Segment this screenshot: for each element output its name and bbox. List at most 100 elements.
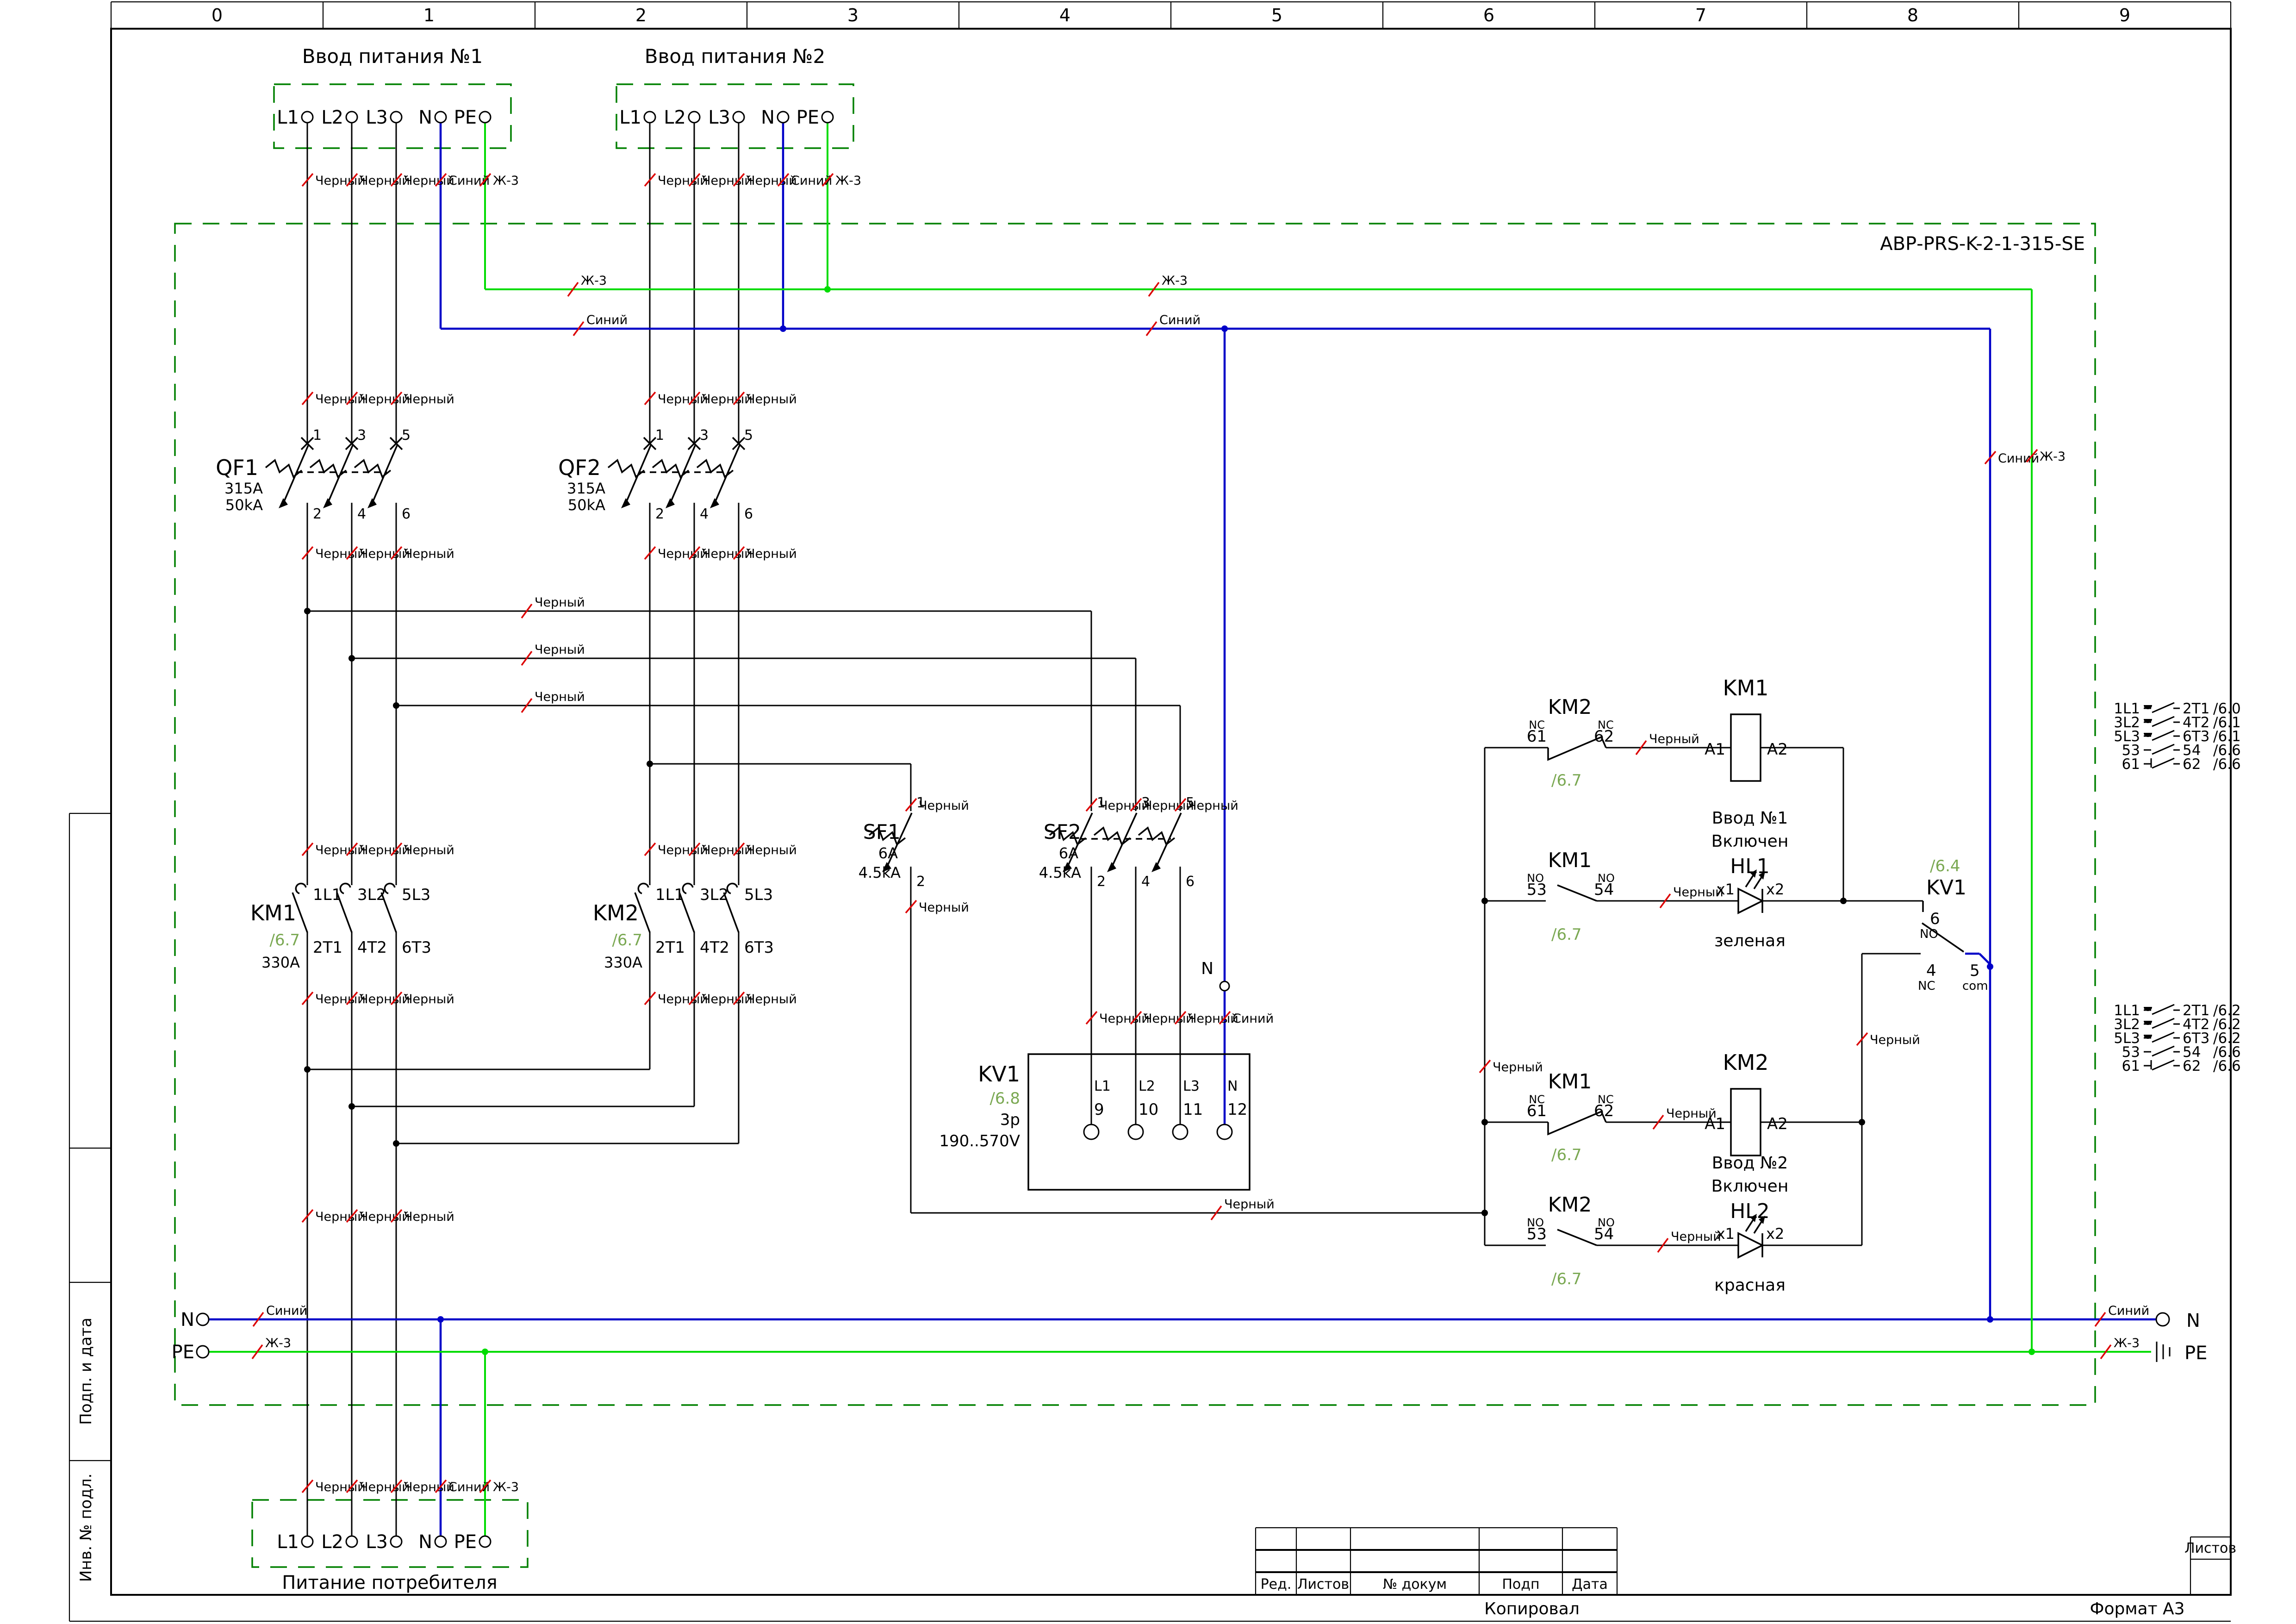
sheets-box-label: Листов xyxy=(2184,1540,2236,1556)
wire-color-text: Черный xyxy=(658,843,708,857)
ruler-number: 7 xyxy=(1695,5,1706,25)
wire-color-label: Черный xyxy=(522,595,585,618)
rung2-contact-name: KM1 xyxy=(1548,1070,1592,1093)
terminal-label: L1 xyxy=(619,107,641,128)
lamp2-contact-name: KM2 xyxy=(1548,1193,1592,1217)
kv-contact-ref: /6.4 xyxy=(1930,857,1960,875)
km1-main-labels: KM1 /6.7 330A xyxy=(250,900,300,971)
lamp1-x2: x2 xyxy=(1766,881,1784,898)
kv1-terminal-number: 12 xyxy=(1227,1100,1247,1119)
ruler-number: 0 xyxy=(212,5,223,25)
km1-no-contact xyxy=(1557,885,1597,901)
kv1-terminal-number: 9 xyxy=(1094,1100,1104,1119)
lamp1-cap1: Ввод №1 xyxy=(1712,809,1788,828)
wire-color-text: Черный xyxy=(360,843,410,857)
terminal-label: PE xyxy=(796,107,819,128)
crossref-row: 6162/6.6 xyxy=(2122,756,2241,773)
wire-color-label: Синий xyxy=(573,313,628,336)
margin-label-podp: Подп. и дата xyxy=(77,1318,95,1425)
net-terminals: N PE N PE xyxy=(172,1309,2208,1364)
wire-color-label: Черный xyxy=(1480,1060,1543,1074)
kv1-relay: KV1 /6.8 3p 190..570V N L19L210L311N12 xyxy=(939,959,1250,1190)
wire-color-text: Ж-3 xyxy=(835,174,861,188)
crossref-left: 61 xyxy=(2122,1058,2140,1074)
ruler-number: 3 xyxy=(847,5,859,25)
wire-color-text: Черный xyxy=(315,843,366,857)
wire-color-text: Черный xyxy=(1224,1197,1275,1212)
wire-color-text: Черный xyxy=(1870,1033,1920,1047)
wire-color-text: Черный xyxy=(1099,799,1150,813)
input1-title: Ввод питания №1 xyxy=(302,45,483,68)
format-label: Формат А3 xyxy=(2090,1599,2184,1618)
pole-terminal-number: 6T3 xyxy=(402,938,431,957)
rung2-t1: 61 xyxy=(1527,1102,1547,1120)
sf2-rating: 6A xyxy=(1059,844,1078,862)
terminal-label: L2 xyxy=(321,1531,343,1553)
wire-color-text: Черный xyxy=(315,1480,366,1494)
margin-label-inv: Инв. № подл. xyxy=(77,1474,95,1582)
wire-color-text: Черный xyxy=(747,992,797,1006)
kv1-n-tap-label: N xyxy=(1201,959,1213,978)
pole-terminal-number: 1 xyxy=(313,427,322,443)
titleblock-col-red: Ред. xyxy=(1261,1576,1292,1593)
wire-color-text: Черный xyxy=(1144,1012,1194,1026)
kv1-poles: 3p xyxy=(1000,1111,1020,1129)
pole-terminal-number: 3 xyxy=(357,427,366,443)
terminal-label: PE xyxy=(454,1531,477,1553)
wire-color-text: Черный xyxy=(1099,1012,1150,1026)
pole-linkages xyxy=(296,472,1171,839)
terminal-label: N xyxy=(418,107,432,128)
sf1-rating: 6A xyxy=(878,844,898,862)
terminal-label: L2 xyxy=(664,107,686,128)
pole-terminal-number: 5L3 xyxy=(744,886,773,904)
wire-color-text: Черный xyxy=(404,992,454,1006)
qf1-icu: 50kA xyxy=(225,496,263,514)
crossref-left: 61 xyxy=(2122,756,2140,773)
kv1-name: KV1 xyxy=(978,1062,1020,1087)
qf2-labels: QF2 315A 50kA xyxy=(558,455,605,514)
wire-color-text: Черный xyxy=(919,900,969,915)
schematic-sheet: 0123456789 Подп. и дата Инв. № подл. Ред… xyxy=(0,0,2296,1624)
wire-color-text: Черный xyxy=(658,547,708,561)
wire-color-text: Синий xyxy=(2108,1304,2149,1318)
lamp2-cap1: Ввод №2 xyxy=(1712,1154,1788,1173)
km1-name: KM1 xyxy=(250,900,296,925)
km2-ref: /6.7 xyxy=(612,931,642,949)
left-margin: Подп. и дата Инв. № подл. xyxy=(69,813,111,1621)
wire-color-text: Черный xyxy=(919,799,969,813)
terminal-label: L1 xyxy=(277,1531,299,1553)
wire-color-text: Черный xyxy=(315,1210,366,1224)
titleblock-col-listov: Листов xyxy=(1297,1576,1349,1593)
wire-color-label: Синий xyxy=(2095,1304,2149,1326)
qf2-icu: 50kA xyxy=(568,496,605,514)
wire-color-text: Черный xyxy=(360,1480,410,1494)
kv-no-label: NO xyxy=(1920,927,1938,941)
wire-color-text: Ж-3 xyxy=(493,1480,519,1494)
wire-color-text: Синий xyxy=(1232,1012,1274,1026)
pole-terminal-number: 1 xyxy=(655,427,664,443)
wire-color-text: Черный xyxy=(1188,1012,1238,1026)
pe-right-label: PE xyxy=(2184,1343,2207,1364)
wire-color-text: Черный xyxy=(658,392,708,406)
qf1-rating: 315A xyxy=(224,480,263,497)
control-symbols xyxy=(1548,714,1964,1257)
pole-terminal-number: 4T2 xyxy=(357,938,387,957)
wire-color-text: Ж-3 xyxy=(265,1336,291,1350)
lamp2-cap2: Включен xyxy=(1711,1177,1789,1196)
wire-color-text: Черный xyxy=(315,992,366,1006)
km1-ref: /6.7 xyxy=(269,931,300,949)
kv1-terminal-name: L2 xyxy=(1139,1078,1155,1094)
ruler-number: 9 xyxy=(2119,5,2130,25)
lamp2-color: красная xyxy=(1714,1276,1786,1295)
wire-color-text: Черный xyxy=(360,392,410,406)
terminal-label: L1 xyxy=(277,107,299,128)
lamp1-t1: 53 xyxy=(1527,881,1547,899)
wire-color-text: Черный xyxy=(747,547,797,561)
km2-main-labels: KM2 /6.7 330A xyxy=(593,900,642,971)
rung1-a1: A1 xyxy=(1705,740,1725,759)
rung1-t1: 61 xyxy=(1527,727,1547,746)
lamp2-t2: 54 xyxy=(1594,1225,1614,1243)
enclosures: АВР-PRS-K-2-1-315-SE Ввод питания №1 Вво… xyxy=(175,45,2095,1593)
qf1-pole xyxy=(266,437,313,508)
rung1-coil-name: KM1 xyxy=(1723,675,1768,700)
